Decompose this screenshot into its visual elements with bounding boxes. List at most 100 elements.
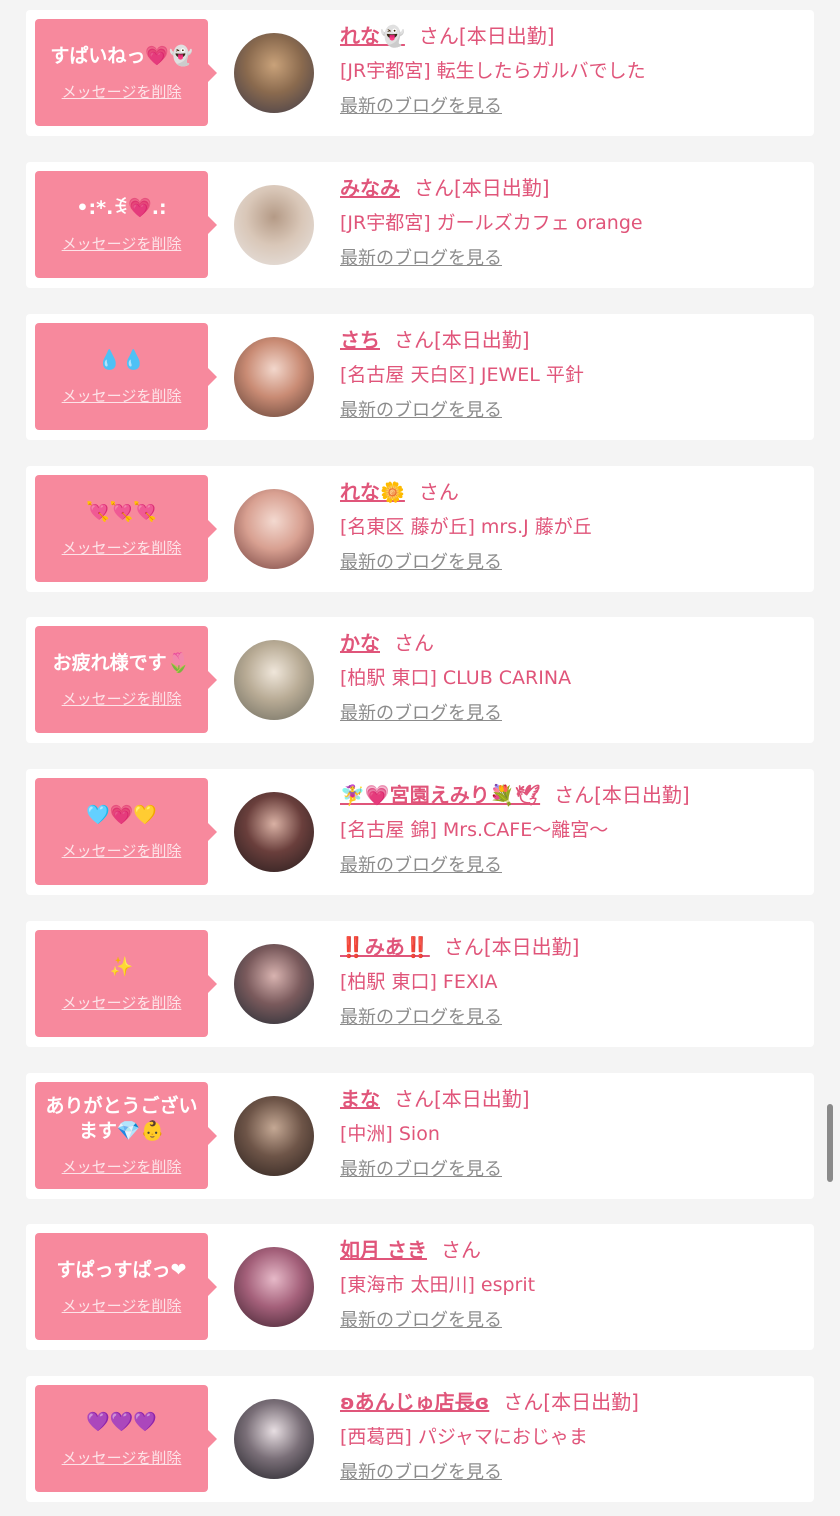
message-bubble: 💜💜💜 メッセージを削除 <box>35 1385 217 1492</box>
list-item: 💧💧 メッセージを削除 さち さん[本日出勤] [名古屋 天白区] JEWEL 平… <box>26 314 814 440</box>
list-item: お疲れ様です🌷 メッセージを削除 かな さん [柏駅 東口] CLUB CARIN… <box>26 617 814 743</box>
honorific-label: さん <box>418 480 459 504</box>
girl-name-link[interactable]: さち <box>340 328 380 352</box>
delete-message-link[interactable]: メッセージを削除 <box>62 1295 182 1316</box>
shop-name: [柏駅 東口] CLUB CARINA <box>340 667 572 689</box>
honorific-label: さん[本日出勤] <box>394 1087 530 1111</box>
scrollbar[interactable] <box>827 1104 833 1182</box>
girl-name-link[interactable]: ʚあんじゅ店長ɞ <box>340 1390 489 1414</box>
name-line: 如月 さき さん <box>340 1232 810 1268</box>
name-line: れな🌼 さん <box>340 474 810 510</box>
message-text: すぱいねっ💗👻 <box>50 44 193 67</box>
latest-blog-link[interactable]: 最新のブログを見る <box>340 1157 502 1183</box>
girl-name-link[interactable]: れな👻 <box>340 24 405 48</box>
status-label: [本日出勤] <box>454 176 550 200</box>
latest-blog-link[interactable]: 最新のブログを見る <box>340 1460 502 1486</box>
girl-name-link[interactable]: まな <box>340 1087 380 1111</box>
shop-name: [名東区 藤が丘] mrs.J 藤が丘 <box>340 516 592 538</box>
girl-info: ‼️みあ‼️ さん[本日出勤] [柏駅 東口] FEXIA 最新のブログを見る <box>340 929 810 1031</box>
girl-info: まな さん[本日出勤] [中洲] Sion 最新のブログを見る <box>340 1081 810 1183</box>
name-line: れな👻 さん[本日出勤] <box>340 18 810 54</box>
girl-name-link[interactable]: かな <box>340 631 380 655</box>
honorific-label: さん <box>440 1238 481 1262</box>
latest-blog-link[interactable]: 最新のブログを見る <box>340 398 502 424</box>
latest-blog-link[interactable]: 最新のブログを見る <box>340 94 502 120</box>
message-bubble: 💧💧 メッセージを削除 <box>35 323 217 430</box>
message-bubble: ✨ メッセージを削除 <box>35 930 217 1037</box>
latest-blog-link[interactable]: 最新のブログを見る <box>340 701 502 727</box>
girl-name-link[interactable]: れな🌼 <box>340 480 405 504</box>
latest-blog-link[interactable]: 最新のブログを見る <box>340 853 502 879</box>
delete-message-link[interactable]: メッセージを削除 <box>62 1156 182 1177</box>
status-label: [本日出勤] <box>434 328 530 352</box>
message-text: 💘💘💘 <box>86 500 157 523</box>
status-label: [本日出勤] <box>434 1087 530 1111</box>
avatar[interactable] <box>234 944 314 1024</box>
avatar[interactable] <box>234 337 314 417</box>
honorific-label: さん[本日出勤] <box>394 328 530 352</box>
list-item: ✨ メッセージを削除 ‼️みあ‼️ さん[本日出勤] [柏駅 東口] FEXIA … <box>26 921 814 1047</box>
latest-blog-link[interactable]: 最新のブログを見る <box>340 1005 502 1031</box>
message-bubble: お疲れ様です🌷 メッセージを削除 <box>35 626 217 733</box>
list-item: 🩵💗💛 メッセージを削除 🧚‍♀️💗宮園えみり💐🕊 さん[本日出勤] [名古屋 錦… <box>26 769 814 895</box>
list-item: ありがとうございます💎👶 メッセージを削除 まな さん[本日出勤] [中洲] Si… <box>26 1073 814 1199</box>
message-bubble: ありがとうございます💎👶 メッセージを削除 <box>35 1082 217 1189</box>
delete-message-link[interactable]: メッセージを削除 <box>62 1447 182 1468</box>
name-line: まな さん[本日出勤] <box>340 1081 810 1117</box>
honorific-label: さん[本日出勤] <box>503 1390 639 1414</box>
avatar[interactable] <box>234 1399 314 1479</box>
latest-blog-link[interactable]: 最新のブログを見る <box>340 1308 502 1334</box>
honorific-label: さん[本日出勤] <box>414 176 550 200</box>
girl-name-link[interactable]: ‼️みあ‼️ <box>340 935 430 959</box>
message-text: 💧💧 <box>97 348 146 371</box>
delete-message-link[interactable]: メッセージを削除 <box>62 537 182 558</box>
message-list: すぱいねっ💗👻 メッセージを削除 れな👻 さん[本日出勤] [JR宇都宮] 転生し… <box>0 0 840 1516</box>
message-text: 💜💜💜 <box>86 1410 157 1433</box>
list-item: すぱいねっ💗👻 メッセージを削除 れな👻 さん[本日出勤] [JR宇都宮] 転生し… <box>26 10 814 136</box>
avatar[interactable] <box>234 1247 314 1327</box>
message-text: •:*.ꉂ💗.: <box>76 196 167 219</box>
delete-message-link[interactable]: メッセージを削除 <box>62 688 182 709</box>
message-text: ありがとうございます💎👶 <box>45 1095 198 1142</box>
avatar[interactable] <box>234 489 314 569</box>
name-line: みなみ さん[本日出勤] <box>340 170 810 206</box>
delete-message-link[interactable]: メッセージを削除 <box>62 992 182 1013</box>
avatar[interactable] <box>234 640 314 720</box>
latest-blog-link[interactable]: 最新のブログを見る <box>340 550 502 576</box>
honorific-label: さん[本日出勤] <box>418 24 555 48</box>
shop-name: [JR宇都宮] ガールズカフェ orange <box>340 212 643 234</box>
avatar[interactable] <box>234 792 314 872</box>
shop-name: [JR宇都宮] 転生したらガルバでした <box>340 60 646 82</box>
message-bubble: •:*.ꉂ💗.: メッセージを削除 <box>35 171 217 278</box>
status-label: [本日出勤] <box>458 24 555 48</box>
girl-info: ʚあんじゅ店長ɞ さん[本日出勤] [西葛西] パジャマにおじゃま 最新のブログを… <box>340 1384 810 1486</box>
shop-name: [柏駅 東口] FEXIA <box>340 971 498 993</box>
shop-name: [東海市 太田川] esprit <box>340 1274 536 1296</box>
name-line: さち さん[本日出勤] <box>340 322 810 358</box>
message-bubble: すぱっすぱっ❤ メッセージを削除 <box>35 1233 217 1340</box>
message-bubble: 🩵💗💛 メッセージを削除 <box>35 778 217 885</box>
avatar[interactable] <box>234 1096 314 1176</box>
avatar[interactable] <box>234 33 314 113</box>
list-item: •:*.ꉂ💗.: メッセージを削除 みなみ さん[本日出勤] [JR宇都宮] ガー… <box>26 162 814 288</box>
girl-info: 🧚‍♀️💗宮園えみり💐🕊 さん[本日出勤] [名古屋 錦] Mrs.CAFE〜離宮… <box>340 777 810 879</box>
delete-message-link[interactable]: メッセージを削除 <box>62 385 182 406</box>
girl-name-link[interactable]: みなみ <box>340 176 400 200</box>
message-text: お疲れ様です🌷 <box>52 651 191 674</box>
girl-info: れな🌼 さん [名東区 藤が丘] mrs.J 藤が丘 最新のブログを見る <box>340 474 810 576</box>
girl-name-link[interactable]: 🧚‍♀️💗宮園えみり💐🕊 <box>340 783 540 807</box>
delete-message-link[interactable]: メッセージを削除 <box>62 840 182 861</box>
delete-message-link[interactable]: メッセージを削除 <box>62 233 182 254</box>
girl-info: さち さん[本日出勤] [名古屋 天白区] JEWEL 平針 最新のブログを見る <box>340 322 810 424</box>
status-label: [本日出勤] <box>483 935 580 959</box>
shop-name: [名古屋 錦] Mrs.CAFE〜離宮〜 <box>340 819 609 841</box>
name-line: ‼️みあ‼️ さん[本日出勤] <box>340 929 810 965</box>
avatar[interactable] <box>234 185 314 265</box>
latest-blog-link[interactable]: 最新のブログを見る <box>340 246 502 272</box>
girl-name-link[interactable]: 如月 さき <box>340 1238 427 1262</box>
name-line: 🧚‍♀️💗宮園えみり💐🕊 さん[本日出勤] <box>340 777 810 813</box>
message-bubble: すぱいねっ💗👻 メッセージを削除 <box>35 19 217 126</box>
delete-message-link[interactable]: メッセージを削除 <box>62 81 182 102</box>
message-text: 🩵💗💛 <box>86 803 157 826</box>
shop-name: [中洲] Sion <box>340 1123 440 1145</box>
